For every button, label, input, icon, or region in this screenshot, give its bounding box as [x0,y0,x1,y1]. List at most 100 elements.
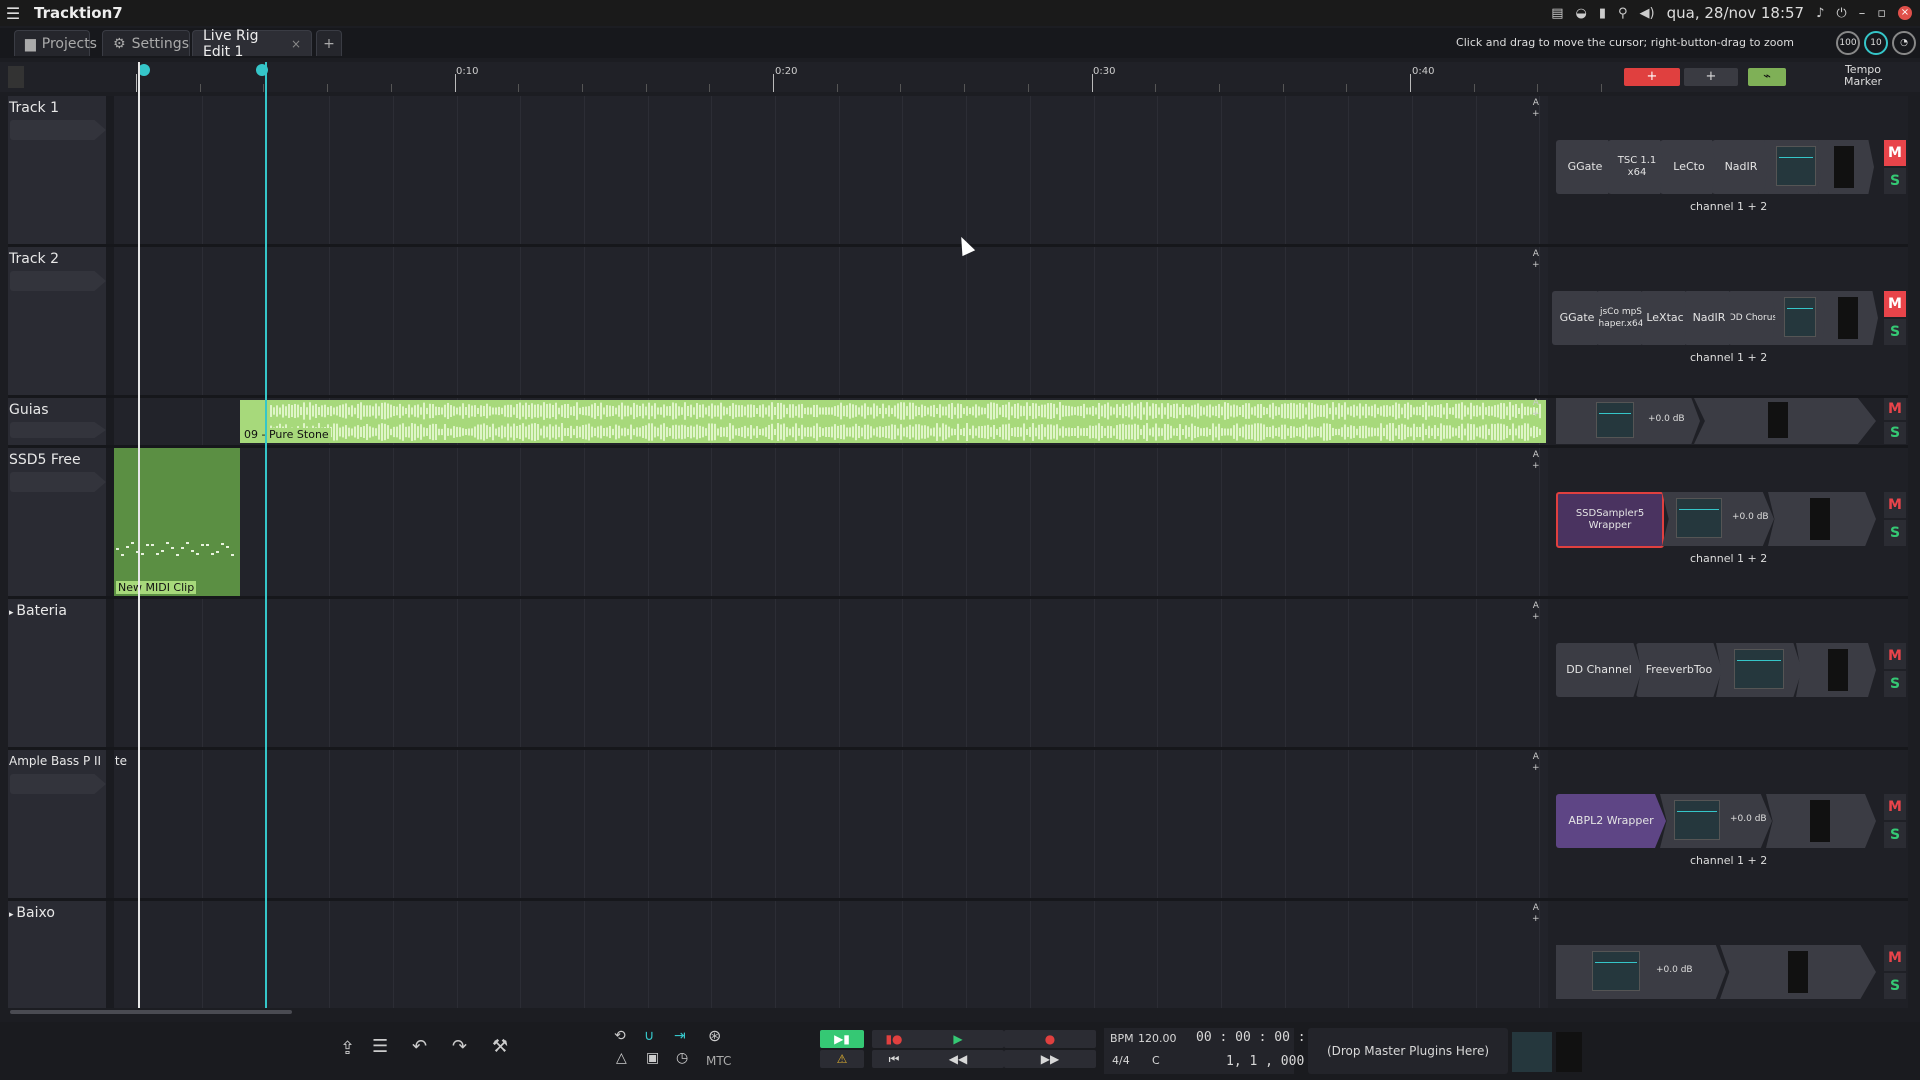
solo-button[interactable]: S [1884,822,1906,848]
track-input-slot[interactable] [10,120,106,140]
track-lane[interactable]: New MIDI Clip [114,448,1546,596]
punch-icon[interactable]: ⇥ [674,1028,686,1044]
midi-note[interactable] [231,554,234,556]
plugin-tsc[interactable]: TSC 1.1 x64 [1608,140,1666,194]
plugin-lecto[interactable]: LeCto [1660,140,1718,194]
plugin-abpl2[interactable]: ABPL2 Wrapper [1556,794,1666,848]
automation-toggle[interactable]: A + [1532,903,1540,925]
plugin-ggate[interactable]: GGate [1552,291,1602,345]
mute-button[interactable]: M [1884,398,1906,420]
track-header[interactable]: SSD5 Free [8,448,106,596]
time-signature[interactable]: 4/4 [1112,1054,1130,1067]
sync-icon[interactable]: ◷ [676,1050,688,1066]
automation-toggle[interactable]: A + [1532,98,1540,120]
track-header[interactable]: Track 2 [8,247,106,395]
timeline-ruler[interactable]: 0:10 0:20 0:30 0:40 + + ⌁ Tempo Marker [0,62,1920,92]
track-lane[interactable] [114,599,1546,747]
volume-fader[interactable]: +0.0 dB [1660,794,1772,848]
restore-icon[interactable]: ▫ [1877,6,1886,21]
edit-start-line[interactable] [138,62,140,1008]
solo-button[interactable]: S [1884,319,1906,345]
midi-note[interactable] [221,543,224,545]
mute-button[interactable]: M [1884,945,1906,971]
track-header[interactable]: Ample Bass P II Lite [8,750,127,898]
track-lane[interactable] [114,901,1546,1008]
automation-button[interactable]: ⌁ [1748,68,1786,86]
bpm-value[interactable]: 120.00 [1138,1032,1177,1045]
plugin-nadir[interactable]: NadIR [1684,291,1734,345]
midi-note[interactable] [121,554,124,556]
plugin-lextac[interactable]: LeXtac [1640,291,1690,345]
wifi-icon[interactable]: ◒ [1576,6,1587,21]
volume-icon[interactable]: ◀) [1640,6,1655,21]
midi-note[interactable] [156,553,159,555]
channel-label[interactable]: channel 1 + 2 [1690,351,1767,364]
tab-settings[interactable]: ⚙ Settings [102,30,190,56]
track-input-slot[interactable] [10,271,106,291]
midi-note[interactable] [151,544,154,546]
midi-note[interactable] [186,542,189,544]
plugin-ggate[interactable]: GGate [1556,140,1614,194]
key-value[interactable]: C [1152,1054,1160,1067]
ruler-toggle-button[interactable] [8,66,24,88]
plugin-nadir[interactable]: NadIR [1712,140,1770,194]
track-lane[interactable] [114,247,1546,395]
position-display[interactable]: 1, 1 , 000 [1226,1054,1304,1069]
list-menu-icon[interactable]: ☰ [372,1036,388,1057]
loop-icon[interactable]: ⟲ [614,1028,626,1044]
track-input-slot[interactable] [10,774,106,794]
midi-note[interactable] [166,542,169,544]
battery-icon[interactable]: ▮ [1599,6,1606,21]
midi-icon[interactable]: ⊛ [708,1026,721,1045]
master-volume-fader[interactable] [1512,1032,1552,1072]
track-input-slot[interactable] [10,472,106,492]
master-plugins-drop-zone[interactable]: (Drop Master Plugins Here) [1308,1028,1508,1074]
link-icon[interactable]: ⚲ [1618,6,1628,21]
plugin-ssdsampler[interactable]: SSDSampler5 Wrapper [1556,492,1664,548]
track-header[interactable]: ▸ Baixo [8,901,106,1008]
track-name[interactable]: Track 1 [9,100,59,116]
midi-note[interactable] [141,553,144,555]
automation-toggle[interactable]: A + [1532,601,1540,623]
undo-icon[interactable]: ↶ [412,1036,427,1057]
lock-icon[interactable]: ▣ [646,1050,659,1066]
metronome-icon[interactable]: △ [616,1050,627,1066]
midi-note[interactable] [211,553,214,555]
midi-note[interactable] [161,550,164,552]
midi-note[interactable] [226,546,229,548]
solo-button[interactable]: S [1884,973,1906,999]
solo-button[interactable]: S [1884,520,1906,546]
mute-button[interactable]: M [1884,794,1906,820]
midi-note[interactable] [196,553,199,555]
midi-note[interactable] [171,547,174,549]
horizontal-scrollbar[interactable] [10,1010,292,1014]
mtc-label[interactable]: MTC [706,1054,731,1068]
track-lane[interactable] [114,96,1546,244]
hamburger-menu-icon[interactable]: ☰ [0,4,26,23]
solo-button[interactable]: S [1884,671,1906,697]
track-name[interactable]: SSD5 Free [9,452,81,468]
track-name[interactable]: ▸ Baixo [9,905,55,921]
channel-label[interactable]: channel 1 + 2 [1690,200,1767,213]
close-tab-icon[interactable]: × [291,37,301,51]
volume-fader[interactable] [1716,643,1802,697]
add-record-track-button[interactable]: + [1624,68,1680,86]
tab-live-rig-edit[interactable]: Live Rig Edit 1 × [192,28,312,60]
track-input-slot[interactable] [10,422,106,438]
redo-icon[interactable]: ↷ [452,1036,467,1057]
mute-button[interactable]: M [1884,291,1906,317]
audio-clip[interactable]: 09 - Pure Stone [240,400,1546,443]
automation-toggle[interactable]: A + [1532,398,1540,420]
play-button[interactable]: ▶ [912,1030,1004,1048]
record-button[interactable]: ● [1004,1030,1096,1048]
solo-button[interactable]: S [1884,168,1906,194]
clock-icon[interactable]: ◔ [1892,31,1916,55]
plugin-freeverbtoo[interactable]: FreeverbToo [1636,643,1722,697]
warning-icon[interactable]: ⚠ [820,1050,864,1068]
close-window-icon[interactable]: × [1898,6,1912,20]
notification-bell-icon[interactable]: ♪ [1816,6,1824,21]
solo-button[interactable]: S [1884,422,1906,444]
tab-projects[interactable]: ▆ Projects [14,30,97,56]
track-name[interactable]: Guias [9,402,48,418]
midi-note[interactable] [131,542,134,544]
